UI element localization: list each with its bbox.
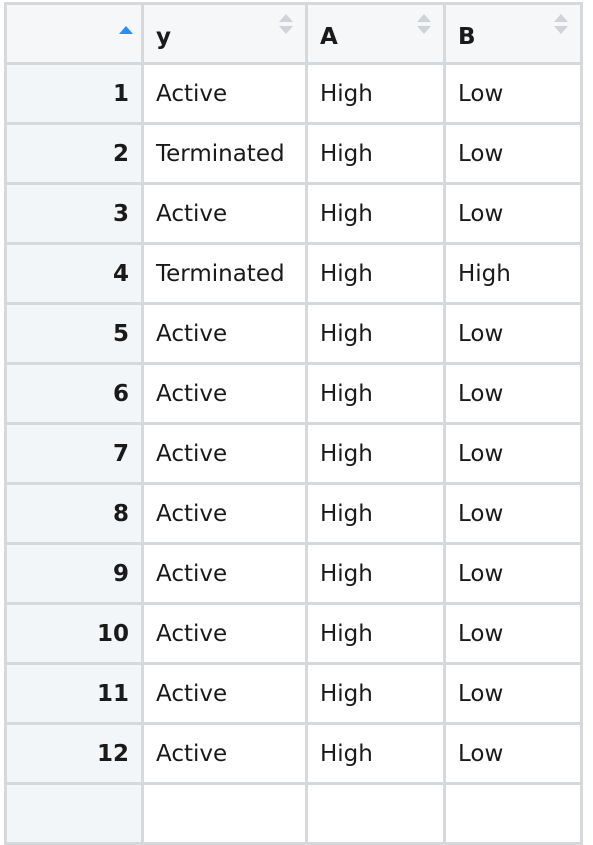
cell-b: Low [443, 362, 583, 425]
cell-b: High [443, 242, 583, 305]
cell-a: High [305, 722, 446, 785]
cell-y: Active [141, 422, 308, 485]
cell-b [443, 782, 583, 845]
cell-b: Low [443, 542, 583, 605]
cell-b: Low [443, 602, 583, 665]
table-row: 8 Active High Low [4, 482, 583, 545]
cell-y: Active [141, 542, 308, 605]
sort-icon[interactable] [417, 14, 431, 36]
cell-b: Low [443, 62, 583, 125]
sort-icon[interactable] [554, 14, 568, 36]
cell-a: High [305, 182, 446, 245]
row-index-cell: 4 [4, 242, 144, 305]
cell-y: Active [141, 602, 308, 665]
cell-y: Active [141, 722, 308, 785]
sort-icon[interactable] [279, 14, 293, 36]
cell-a: High [305, 602, 446, 665]
table-row: 4 Terminated High High [4, 242, 583, 305]
table-row [4, 782, 583, 845]
table-row: 3 Active High Low [4, 182, 583, 245]
row-index-cell: 12 [4, 722, 144, 785]
table-row: 1 Active High Low [4, 62, 583, 125]
cell-y: Active [141, 302, 308, 365]
row-index-cell: 6 [4, 362, 144, 425]
cell-a [305, 782, 446, 845]
cell-a: High [305, 482, 446, 545]
cell-a: High [305, 422, 446, 485]
table-row: 10 Active High Low [4, 602, 583, 665]
row-index-cell: 5 [4, 302, 144, 365]
column-header-index[interactable] [4, 2, 144, 65]
cell-b: Low [443, 722, 583, 785]
cell-a: High [305, 122, 446, 185]
cell-b: Low [443, 182, 583, 245]
row-index-cell: 7 [4, 422, 144, 485]
row-index-cell: 10 [4, 602, 144, 665]
cell-y [141, 782, 308, 845]
column-label [7, 50, 141, 62]
table-row: 7 Active High Low [4, 422, 583, 485]
sort-ascending-icon[interactable] [119, 20, 133, 42]
row-index-cell: 8 [4, 482, 144, 545]
cell-b: Low [443, 662, 583, 725]
cell-b: Low [443, 122, 583, 185]
row-index-cell: 1 [4, 62, 144, 125]
row-index-cell: 9 [4, 542, 144, 605]
cell-y: Terminated [141, 242, 308, 305]
column-header-b[interactable]: B [443, 2, 583, 65]
header-row: y A B [4, 2, 583, 65]
cell-a: High [305, 362, 446, 425]
cell-y: Active [141, 482, 308, 545]
cell-b: Low [443, 302, 583, 365]
column-header-a[interactable]: A [305, 2, 446, 65]
cell-y: Active [141, 62, 308, 125]
row-index-cell: 3 [4, 182, 144, 245]
column-header-y[interactable]: y [141, 2, 308, 65]
table-row: 5 Active High Low [4, 302, 583, 365]
row-index-cell [4, 782, 144, 845]
cell-a: High [305, 302, 446, 365]
row-index-cell: 11 [4, 662, 144, 725]
cell-y: Active [141, 362, 308, 425]
row-index-cell: 2 [4, 122, 144, 185]
table-row: 11 Active High Low [4, 662, 583, 725]
cell-a: High [305, 542, 446, 605]
cell-a: High [305, 242, 446, 305]
table-row: 12 Active High Low [4, 722, 583, 785]
cell-y: Active [141, 182, 308, 245]
cell-b: Low [443, 422, 583, 485]
data-table: y A B 1 Active High Low 2 Terminated High Low 3 A… [4, 2, 583, 845]
cell-b: Low [443, 482, 583, 545]
cell-y: Active [141, 662, 308, 725]
cell-a: High [305, 62, 446, 125]
cell-y: Terminated [141, 122, 308, 185]
cell-a: High [305, 662, 446, 725]
table-row: 9 Active High Low [4, 542, 583, 605]
table-row: 2 Terminated High Low [4, 122, 583, 185]
table-row: 6 Active High Low [4, 362, 583, 425]
